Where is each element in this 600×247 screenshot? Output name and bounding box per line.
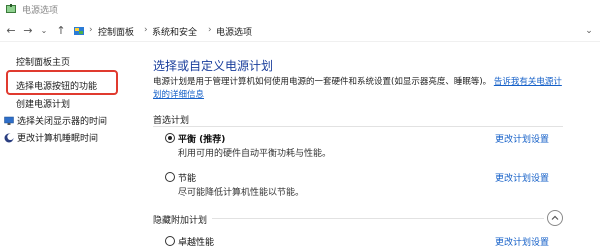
ultimate-performance-radio[interactable] xyxy=(165,236,175,246)
breadcrumb-separator: › xyxy=(144,25,148,35)
hidden-plans-label: 隐藏附加计划 xyxy=(153,216,208,226)
power-saver-plan-desc: 尽可能降低计算机性能以节能。 xyxy=(178,188,305,198)
control-panel-icon xyxy=(74,27,84,35)
power-saver-change-settings-link[interactable]: 更改计划设置 xyxy=(495,171,549,184)
back-arrow-icon[interactable]: ← xyxy=(5,24,17,38)
description-text: 电源计划是用于管理计算机如何使用电源的一套硬件和系统设置(如显示器亮度、睡眠等)… xyxy=(153,77,492,87)
breadcrumb-power-options[interactable]: 电源选项 xyxy=(216,25,252,38)
sidebar-item-create-plan[interactable]: 创建电源计划 xyxy=(16,97,70,110)
breadcrumb-system-security[interactable]: 系统和安全 xyxy=(152,25,197,38)
navigation-bar: ← → ⌄ ↑ › 控制面板 › 系统和安全 › 电源选项 ⌄ xyxy=(0,20,600,42)
balanced-plan-name[interactable]: 平衡 (推荐) xyxy=(178,132,225,145)
display-icon xyxy=(4,116,14,125)
sidebar-item-sleep-time[interactable]: 更改计算机睡眠时间 xyxy=(4,131,98,144)
address-dropdown-icon[interactable]: ⌄ xyxy=(583,24,595,38)
ultimate-performance-plan-name[interactable]: 卓越性能 xyxy=(178,235,214,247)
collapse-hidden-plans-button[interactable] xyxy=(547,210,563,226)
section-divider xyxy=(153,126,563,127)
breadcrumb-separator: › xyxy=(89,25,93,35)
sidebar-item-label: 选择关闭显示器的时间 xyxy=(17,117,108,127)
title-bar: 电源选项 xyxy=(0,0,600,19)
forward-arrow-icon[interactable]: → xyxy=(22,24,34,38)
sidebar-item-label: 更改计算机睡眠时间 xyxy=(17,134,99,144)
breadcrumb-separator: › xyxy=(208,25,212,35)
power-saver-plan-name[interactable]: 节能 xyxy=(178,171,196,184)
power-options-icon xyxy=(6,4,16,13)
window-title: 电源选项 xyxy=(22,6,59,16)
breadcrumb-control-panel[interactable]: 控制面板 xyxy=(98,25,134,38)
sidebar-item-power-button[interactable]: 选择电源按钮的功能 xyxy=(16,79,97,92)
up-arrow-icon[interactable]: ↑ xyxy=(55,24,67,38)
sidebar-home-link[interactable]: 控制面板主页 xyxy=(16,55,70,68)
balanced-plan-desc: 利用可用的硬件自动平衡功耗与性能。 xyxy=(178,149,332,159)
preferred-plans-label: 首选计划 xyxy=(153,116,190,126)
chevron-up-icon xyxy=(551,215,559,220)
section-divider xyxy=(212,218,544,219)
power-saver-radio[interactable] xyxy=(165,172,175,182)
recent-locations-chevron-down-icon[interactable]: ⌄ xyxy=(38,24,50,38)
sidebar-item-display-off[interactable]: 选择关闭显示器的时间 xyxy=(4,114,107,127)
balanced-change-settings-link[interactable]: 更改计划设置 xyxy=(495,132,549,145)
moon-icon xyxy=(4,133,14,142)
balanced-radio[interactable] xyxy=(165,133,175,143)
page-title: 选择或自定义电源计划 xyxy=(153,59,274,73)
page-description: 电源计划是用于管理计算机如何使用电源的一套硬件和系统设置(如显示器亮度、睡眠等)… xyxy=(153,76,563,102)
ultimate-performance-change-settings-link[interactable]: 更改计划设置 xyxy=(495,235,549,247)
